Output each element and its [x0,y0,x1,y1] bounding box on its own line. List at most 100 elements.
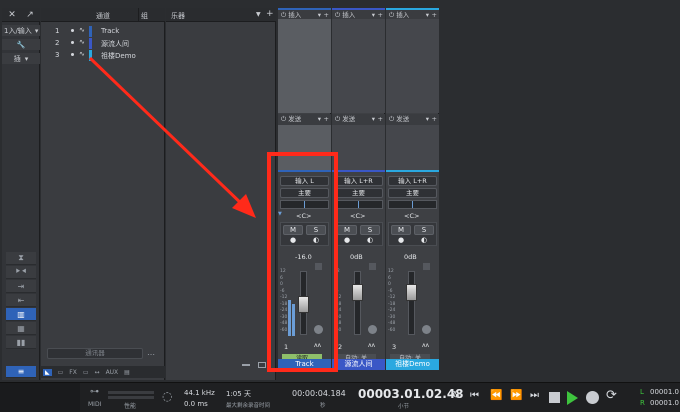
tab-bus[interactable]: ▭ [83,369,89,376]
record-dot-icon[interactable] [71,41,74,44]
insert-slot[interactable] [332,19,385,113]
loop-icon[interactable]: ↻ [452,390,460,401]
insert-slot[interactable] [278,19,331,113]
tab-inputs[interactable]: ▭ [58,369,64,376]
track-row[interactable]: 2 ∿ 源流人间 [41,38,165,49]
chevron-down-icon[interactable]: ▾ [372,114,375,125]
insert-header[interactable]: ⏻ 插入 ▾ + [386,8,439,19]
expand-horizontal-icon[interactable]: ⯈⯇ [6,266,36,279]
goto-end-icon[interactable]: ⇥ [6,280,36,293]
volume-fader-knob[interactable] [406,284,417,301]
tab-vca[interactable]: ↔ [95,369,100,376]
waveform-icon[interactable]: ∿ [79,38,85,46]
pan-slider[interactable] [388,200,437,209]
power-icon[interactable]: ⏻ [335,11,340,19]
tab-aux[interactable]: AUX [106,369,119,376]
loop-left-value[interactable]: 00001.0 [650,388,679,396]
stop-icon[interactable] [549,392,560,403]
send-header[interactable]: ⏻ 发送 ▾ + [332,114,385,125]
add-icon[interactable]: + [432,114,437,125]
mute-button[interactable]: M [337,225,357,235]
power-icon[interactable]: ⏻ [389,115,394,123]
record-icon[interactable] [586,391,599,404]
chevron-down-icon[interactable]: ▾ [426,114,429,125]
record-dot-icon[interactable] [71,53,74,56]
tab-output[interactable]: ▤ [124,369,130,376]
insert-header[interactable]: ⏻ 插入 ▾ + [278,8,331,19]
tab-automation[interactable]: ◣ [43,368,52,376]
loop-right-value[interactable]: 00001.0 [650,399,679,407]
solo-button[interactable]: S [414,225,434,235]
input-select[interactable]: 输入 L+R [388,176,437,186]
mute-button[interactable]: M [391,225,411,235]
bars-icon[interactable]: ▮▮ [6,336,36,349]
close-icon[interactable]: ✕ [6,9,18,21]
play-icon[interactable] [567,391,578,405]
power-icon[interactable]: ⏻ [335,115,340,123]
insert-selector[interactable]: 插 ▾ [2,53,40,64]
output-select[interactable]: 主要 [388,188,437,198]
loop-left-label: L [640,388,644,396]
rewind-start-icon[interactable]: ⏮ [470,390,479,401]
power-icon[interactable]: ⏻ [281,115,286,123]
insert-slot[interactable] [386,19,439,113]
chevron-down-icon[interactable]: ▼ [256,11,261,18]
wrench-icon[interactable]: 🔧 [2,39,40,50]
grid-icon[interactable]: ▦ [6,322,36,335]
waveform-icon[interactable]: ᴧᴧ [368,342,375,349]
list-icon[interactable]: ≡ [6,366,36,378]
expand-icon[interactable]: ↗ [24,9,36,21]
filter-input[interactable]: 通讯器 [47,348,143,359]
pan-value: <C> [350,212,366,220]
send-header[interactable]: ⏻ 发送 ▾ + [278,114,331,125]
waveform-icon[interactable]: ∿ [79,50,85,58]
mixer-window: ✕ ↗ 1入/输入 ▾ 🔧 插 ▾ ⧗ ⯈⯇ ⇥ ⇤ ▥ ▦ ▮▮ ≡ 通道 组… [0,0,680,412]
input-selector[interactable]: 1入/输入 ▾ [2,25,40,36]
tab-fx[interactable]: FX [69,369,77,376]
solo-button[interactable]: S [360,225,380,235]
pan-slider[interactable] [334,200,383,209]
insert-header[interactable]: ⏻ 插入 ▾ + [332,8,385,19]
loop-record-icon[interactable]: ⟳ [606,388,617,403]
send-header[interactable]: ⏻ 发送 ▾ + [386,114,439,125]
volume-fader-track[interactable] [408,271,415,335]
chevron-down-icon[interactable]: ▾ [318,114,321,125]
waveform-icon[interactable]: ᴧᴧ [422,342,429,349]
monitor-icon[interactable]: ◐ [421,236,427,244]
window-icon[interactable] [258,362,266,368]
channel-knob-icon[interactable] [368,325,377,334]
forward-end-icon[interactable]: ⏭ [530,390,539,401]
channel-knob-icon[interactable] [422,325,431,334]
volume-fader-knob[interactable] [352,284,363,301]
track-row[interactable]: 3 ∿ 祖楼Demo [41,50,165,61]
waveform-icon[interactable]: ∿ [79,26,85,34]
record-icon[interactable]: ● [398,236,404,244]
track-row[interactable]: 1 ∿ Track [41,26,165,37]
time-display[interactable]: 00:00:04.184 [292,389,346,398]
channel-name[interactable]: 源流人间 [332,359,385,370]
bars-unit-label: 小节 [398,404,410,410]
add-icon[interactable]: + [324,114,329,125]
channel-name[interactable]: 祖楼Demo [386,359,439,370]
expand-vertical-icon[interactable]: ⧗ [6,252,36,265]
goto-start-icon[interactable]: ⇤ [6,294,36,307]
bars-display[interactable]: 00003.01.02.48 [358,387,464,401]
send-slot[interactable] [386,125,439,170]
monitor-icon[interactable]: ◐ [367,236,373,244]
record-dot-icon[interactable] [71,29,74,32]
sync-icon[interactable]: ◌ [162,389,172,403]
send-slot[interactable] [332,125,385,170]
input-select[interactable]: 输入 L+R [334,176,383,186]
volume-fader-track[interactable] [354,271,361,335]
minimize-icon[interactable] [242,364,250,366]
more-icon[interactable]: ⋯ [147,350,155,359]
keyboard-icon[interactable]: ▥ [6,308,36,321]
add-icon[interactable]: + [378,114,383,125]
rewind-icon[interactable]: ⏪ [490,390,502,401]
fast-forward-icon[interactable]: ⏩ [510,390,522,401]
power-icon[interactable]: ⏻ [281,11,286,19]
add-icon[interactable]: + [266,9,274,19]
output-select[interactable]: 主要 [334,188,383,198]
power-icon[interactable]: ⏻ [389,11,394,19]
record-icon[interactable]: ● [344,236,350,244]
